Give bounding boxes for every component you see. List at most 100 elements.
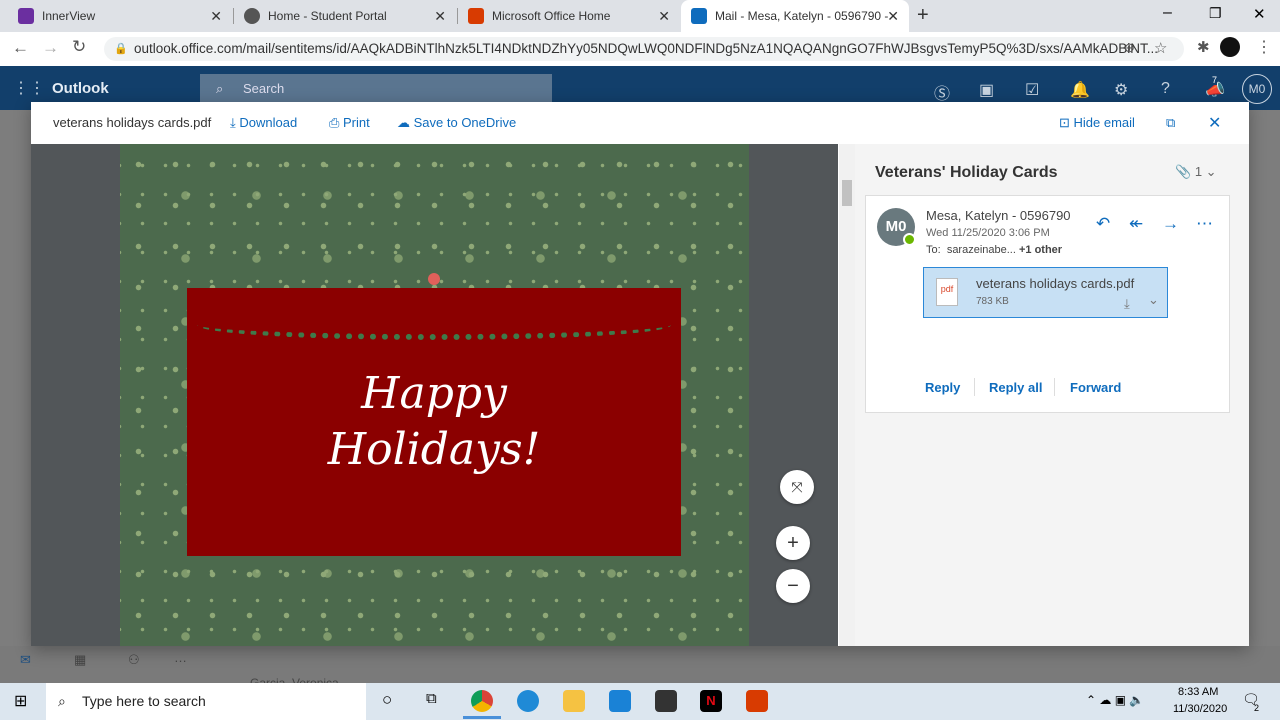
calendar-icon[interactable]: ▦ <box>74 652 86 668</box>
recipient[interactable]: sarazeinabe... <box>947 244 1016 256</box>
store-icon[interactable] <box>655 690 677 712</box>
reply-button[interactable]: Reply <box>925 380 960 395</box>
office-apps-icon[interactable]: ▣ <box>979 80 994 100</box>
back-icon[interactable]: ← <box>12 38 29 58</box>
reply-icon[interactable]: ↶ <box>1096 214 1110 234</box>
clock-time[interactable]: 8:33 AM <box>1178 686 1218 698</box>
windows-start-icon[interactable]: ⊞ <box>14 691 27 711</box>
forward-button[interactable]: Forward <box>1070 380 1121 395</box>
sender-name[interactable]: Mesa, Katelyn - 0596790 <box>926 208 1071 223</box>
attachment-name: veterans holidays cards.pdf <box>976 276 1135 291</box>
cloud-icon: ☁ <box>397 115 414 130</box>
tab-label: Microsoft Office Home <box>492 9 611 23</box>
ornament-decoration <box>428 273 440 285</box>
attachment-size: 783 KB <box>976 296 1009 307</box>
minimize-button[interactable]: – <box>1163 4 1172 22</box>
save-label: Save to OneDrive <box>413 115 517 130</box>
calendar-todo-icon[interactable]: ☑ <box>1025 80 1039 100</box>
printer-icon: ⎙ <box>329 115 344 130</box>
extensions-icon[interactable]: ✱ <box>1197 38 1210 56</box>
clock-date[interactable]: 11/30/2020 <box>1173 703 1227 715</box>
menu-icon[interactable]: ⋮ <box>1256 37 1272 57</box>
edge-icon[interactable] <box>517 690 539 712</box>
attachment-count[interactable]: 📎 1 ⌄ <box>1175 164 1217 180</box>
hide-email-label: Hide email <box>1073 115 1135 130</box>
more-recipients[interactable]: +1 other <box>1019 244 1062 256</box>
forward-icon[interactable]: → <box>42 38 59 58</box>
more-icon[interactable]: … <box>174 650 187 665</box>
search-icon: ⌕ <box>58 693 66 709</box>
taskbar-search-input[interactable]: ⌕ Type here to search <box>46 683 366 720</box>
profile-icon[interactable] <box>1220 37 1240 57</box>
gear-icon[interactable]: ⚙ <box>1114 80 1128 100</box>
hide-email-button[interactable]: ⊡ Hide email <box>1059 115 1135 131</box>
more-actions-icon[interactable]: ⋯ <box>1196 214 1213 234</box>
message-card: M0 Mesa, Katelyn - 0596790 Wed 11/25/202… <box>865 195 1230 413</box>
tab-student-portal[interactable]: Home - Student Portal ✕ <box>234 0 456 32</box>
sent-date: Wed 11/25/2020 3:06 PM <box>926 227 1050 239</box>
print-button[interactable]: ⎙ Print <box>329 115 370 131</box>
app-launcher-icon[interactable]: ⋮⋮ <box>13 78 45 98</box>
close-tab-icon[interactable]: ✕ <box>434 8 446 25</box>
office-app-icon[interactable] <box>746 690 768 712</box>
task-view-icon[interactable]: ⧉ <box>426 690 437 707</box>
attachment-tile[interactable]: pdf veterans holidays cards.pdf 783 KB ⤓… <box>923 267 1168 318</box>
search-placeholder: Search <box>243 81 285 96</box>
tab-label: Home - Student Portal <box>268 9 387 23</box>
tab-office-home[interactable]: Microsoft Office Home ✕ <box>458 0 680 32</box>
card-greeting: Happy Holidays! <box>187 366 681 478</box>
notification-badge: 7 <box>1212 75 1218 85</box>
email-pane: Veterans' Holiday Cards 📎 1 ⌄ M0 Mesa, K… <box>855 144 1249 646</box>
close-tab-icon[interactable]: ✕ <box>887 8 899 25</box>
skype-icon[interactable]: Ⓢ <box>934 80 950 104</box>
viewer-scrollbar[interactable] <box>839 144 855 646</box>
bookmark-star-icon[interactable]: ☆ <box>1154 39 1167 57</box>
chrome-icon[interactable] <box>471 690 493 712</box>
help-icon[interactable]: ? <box>1161 80 1170 98</box>
save-to-onedrive-button[interactable]: ☁ Save to OneDrive <box>397 115 516 131</box>
reply-all-icon[interactable]: ↞ <box>1129 214 1143 234</box>
scrollbar-thumb[interactable] <box>842 180 852 206</box>
tab-innerview[interactable]: InnerView ✕ <box>8 0 232 32</box>
mail-app-icon[interactable] <box>609 690 631 712</box>
zoom-out-button[interactable]: − <box>776 569 810 603</box>
pdf-page: Happy Holidays! <box>120 144 749 646</box>
search-icon: ⌕ <box>216 81 224 96</box>
search-input[interactable]: ⌕ Search <box>200 74 552 104</box>
people-icon[interactable]: ⚇ <box>128 652 140 668</box>
url-input[interactable]: 🔒 outlook.office.com/mail/sentitems/id/AA… <box>104 37 1184 61</box>
restore-button[interactable]: ❐ <box>1209 5 1222 22</box>
mail-icon[interactable]: ✉ <box>20 652 31 668</box>
taskbar-search-placeholder: Type here to search <box>82 693 206 709</box>
user-avatar[interactable]: M0 <box>1242 74 1272 104</box>
chevron-down-icon[interactable]: ⌄ <box>1148 292 1159 308</box>
close-window-button[interactable]: ✕ <box>1253 5 1266 23</box>
cortana-icon[interactable]: ○ <box>382 690 392 710</box>
tab-label: InnerView <box>42 9 96 23</box>
forward-icon[interactable]: → <box>1162 214 1179 234</box>
office-icon <box>468 8 484 24</box>
outlook-icon <box>691 8 707 24</box>
fit-page-button[interactable]: ⤧ <box>780 470 814 504</box>
holiday-card: Happy Holidays! <box>187 273 681 556</box>
reload-icon[interactable]: ↻ <box>72 37 86 57</box>
close-icon[interactable]: ✕ <box>1208 113 1221 133</box>
bell-icon[interactable]: 🔔 <box>1070 80 1090 100</box>
system-tray-icons[interactable]: ⌃ ☁ ▣ 🔈 <box>1086 693 1144 707</box>
file-explorer-icon[interactable] <box>563 690 585 712</box>
download-button[interactable]: ⤓ Download <box>230 115 297 131</box>
tab-mail[interactable]: Mail - Mesa, Katelyn - 0596790 - ✕ <box>681 0 909 32</box>
close-tab-icon[interactable]: ✕ <box>658 8 670 25</box>
close-tab-icon[interactable]: ✕ <box>210 8 222 25</box>
new-tab-button[interactable]: + <box>917 4 929 27</box>
preview-toolbar: veterans holidays cards.pdf ⤓ Download ⎙… <box>31 102 1249 144</box>
zoom-in-button[interactable]: + <box>776 526 810 560</box>
zoom-indicator-icon[interactable]: ⊕ <box>1124 40 1135 56</box>
netflix-icon[interactable]: N <box>700 690 722 712</box>
email-subject: Veterans' Holiday Cards <box>875 164 1058 181</box>
innerview-icon <box>18 8 34 24</box>
pop-out-icon[interactable]: ⧉ <box>1166 115 1175 131</box>
hide-panel-icon: ⊡ <box>1059 115 1074 130</box>
reply-all-button[interactable]: Reply all <box>989 380 1042 395</box>
download-attachment-icon[interactable]: ⤓ <box>1124 296 1130 312</box>
